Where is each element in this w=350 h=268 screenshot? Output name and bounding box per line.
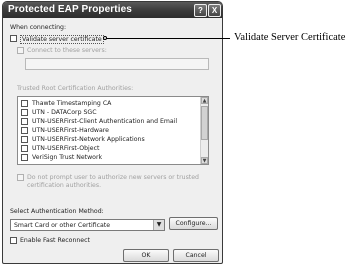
ca-checkbox[interactable] <box>21 127 28 134</box>
ca-name: UTN-USERFirst-Hardware <box>32 127 109 134</box>
select-auth-method-label: Select Authentication Method: <box>10 208 104 215</box>
fast-reconnect-checkbox[interactable] <box>10 237 17 244</box>
ca-checkbox[interactable] <box>21 145 28 152</box>
servers-input[interactable] <box>25 58 209 70</box>
ca-name: UTN-USERFirst-Client Authentication and … <box>32 118 178 125</box>
ca-name: UTN-USERFirst-Network Applications <box>32 136 145 143</box>
cancel-button[interactable]: Cancel <box>173 249 219 262</box>
protected-eap-properties-dialog: Protected EAP Properties ? X When connec… <box>2 1 223 264</box>
ca-checkbox[interactable] <box>21 100 28 107</box>
configure-button[interactable]: Configure... <box>169 217 218 230</box>
trusted-root-ca-list[interactable]: Thawte Timestamping CA UTN - DATACorp SG… <box>17 96 209 165</box>
connect-to-servers-label: Connect to these servers: <box>27 47 107 54</box>
fast-reconnect-label: Enable Fast Reconnect <box>20 237 90 244</box>
do-not-prompt-checkbox[interactable] <box>17 174 24 181</box>
scroll-down-icon[interactable]: ▼ <box>201 157 208 164</box>
scroll-thumb[interactable] <box>201 106 208 140</box>
when-connecting-label: When connecting: <box>10 24 67 31</box>
ca-checkbox[interactable] <box>21 136 28 143</box>
scroll-up-icon[interactable]: ▲ <box>201 97 208 104</box>
validate-server-cert-checkbox[interactable] <box>10 35 17 42</box>
ca-checkbox[interactable] <box>21 154 28 161</box>
ca-name: VeriSign Trust Network <box>32 154 103 161</box>
callout-line <box>105 38 230 39</box>
ca-list-scrollbar[interactable]: ▲ ▼ <box>200 97 208 164</box>
ca-name: Thawte Timestamping CA <box>32 100 112 107</box>
title-bar: Protected EAP Properties ? X <box>3 2 222 18</box>
ca-name: UTN-USERFirst-Object <box>32 145 100 152</box>
callout-label: Validate Server Certificate <box>234 32 346 43</box>
trusted-root-label: Trusted Root Certification Authorities: <box>17 85 134 92</box>
do-not-prompt-label-line1: Do not prompt user to authorize new serv… <box>27 174 199 181</box>
do-not-prompt-label-line2: certification authorities. <box>27 182 102 189</box>
connect-to-servers-checkbox[interactable] <box>17 47 24 54</box>
dialog-title: Protected EAP Properties <box>8 4 132 15</box>
validate-server-cert-label[interactable]: Validate server certificate <box>20 35 104 44</box>
ca-checkbox[interactable] <box>21 118 28 125</box>
help-button[interactable]: ? <box>194 4 207 17</box>
auth-method-select[interactable]: Smart Card or other Certificate ▼ <box>10 219 165 231</box>
close-button[interactable]: X <box>208 4 221 17</box>
ca-name: UTN - DATACorp SGC <box>32 109 97 116</box>
callout-dot <box>103 36 107 40</box>
ca-checkbox[interactable] <box>21 109 28 116</box>
ok-button[interactable]: OK <box>123 249 169 262</box>
chevron-down-icon[interactable]: ▼ <box>153 220 164 230</box>
auth-method-value: Smart Card or other Certificate <box>14 222 111 229</box>
